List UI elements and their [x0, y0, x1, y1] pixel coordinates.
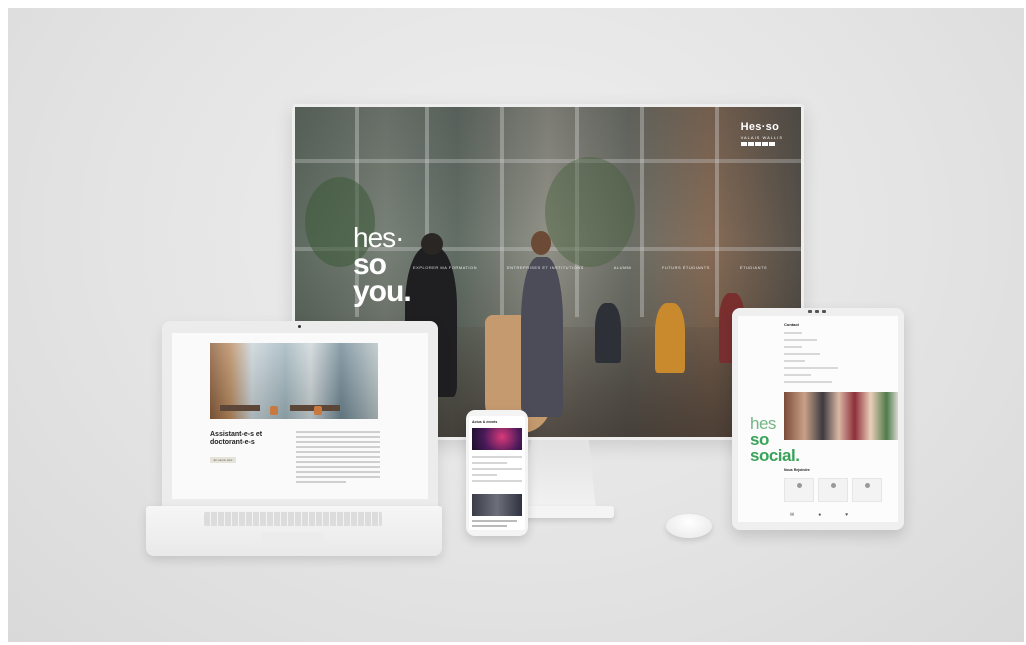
tablet: Contact hes so social. Nous Rejoindre ✉ …	[732, 308, 904, 530]
group-photo	[784, 392, 898, 440]
office-photo	[210, 343, 378, 419]
laptop-body-text	[296, 431, 380, 486]
event-image	[472, 428, 522, 450]
logo-main-text: Hes·so	[740, 121, 780, 133]
laptop-keyboard	[204, 512, 382, 526]
hes-so-logo[interactable]: Hes·so VALAIS WALLIS	[740, 121, 783, 146]
user-icon[interactable]: ●	[818, 512, 821, 518]
contact-details	[784, 332, 844, 388]
phone-caption	[472, 520, 522, 527]
devices-mockup-scene: Hes·so VALAIS WALLIS hes· so you. Explor…	[8, 8, 1024, 642]
social-card[interactable]	[852, 478, 882, 502]
laptop: Assistant-e-s et doctorant-e-s En savoir…	[162, 321, 438, 507]
contact-heading: Contact	[784, 322, 799, 327]
phone-text-lines	[472, 456, 522, 486]
laptop-page-title: Assistant-e-s et doctorant-e-s	[210, 431, 263, 447]
hero-line-1: hes·	[353, 222, 404, 253]
nav-item-explorer[interactable]: Explorer ma formation	[413, 265, 477, 270]
social-icons: ✉ ● ♥	[790, 512, 848, 518]
social-card[interactable]	[818, 478, 848, 502]
laptop-base	[146, 506, 442, 556]
monitor-stand	[524, 440, 596, 510]
news-image	[472, 494, 522, 516]
hero-line-3: you.	[353, 275, 412, 309]
hero-headline: hes· so you.	[353, 222, 412, 309]
social-cards	[784, 478, 882, 502]
tree-center	[545, 157, 635, 267]
social-line-3: social.	[750, 446, 800, 466]
nav-item-futurs[interactable]: Futurs étudiants	[662, 265, 710, 270]
student-standing-head	[531, 231, 551, 255]
hero-line-2: so	[353, 247, 387, 281]
logo-sub-text: VALAIS WALLIS	[740, 135, 783, 140]
laptop-camera	[298, 325, 301, 328]
phone-screen: Actus & events	[469, 416, 525, 530]
background-person-1	[595, 303, 621, 363]
phone-header: Actus & events	[472, 420, 498, 424]
bird-icon[interactable]: ♥	[845, 512, 848, 518]
background-person-2	[655, 303, 685, 373]
laptop-screen: Assistant-e-s et doctorant-e-s En savoir…	[172, 333, 428, 499]
student-standing	[521, 257, 563, 417]
social-card[interactable]	[784, 478, 814, 502]
tablet-screen: Contact hes so social. Nous Rejoindre ✉ …	[738, 316, 898, 522]
learn-more-button[interactable]: En savoir plus	[210, 457, 236, 463]
nav-item-etudiants[interactable]: Étudiants	[740, 265, 767, 270]
nav-item-alumni[interactable]: Alumni	[614, 265, 632, 270]
laptop-trackpad	[262, 532, 324, 548]
main-nav: Explorer ma formation Entreprises et ins…	[413, 265, 767, 270]
follow-heading: Nous Rejoindre	[784, 468, 810, 472]
social-headline: hes so social.	[750, 415, 800, 466]
mail-icon[interactable]: ✉	[790, 512, 794, 518]
computer-mouse	[666, 514, 712, 538]
smartphone: Actus & events	[466, 410, 528, 536]
tablet-camera	[808, 310, 826, 313]
logo-bars	[740, 142, 783, 146]
nav-item-entreprises[interactable]: Entreprises et institutions	[507, 265, 584, 270]
student-head	[421, 233, 443, 255]
